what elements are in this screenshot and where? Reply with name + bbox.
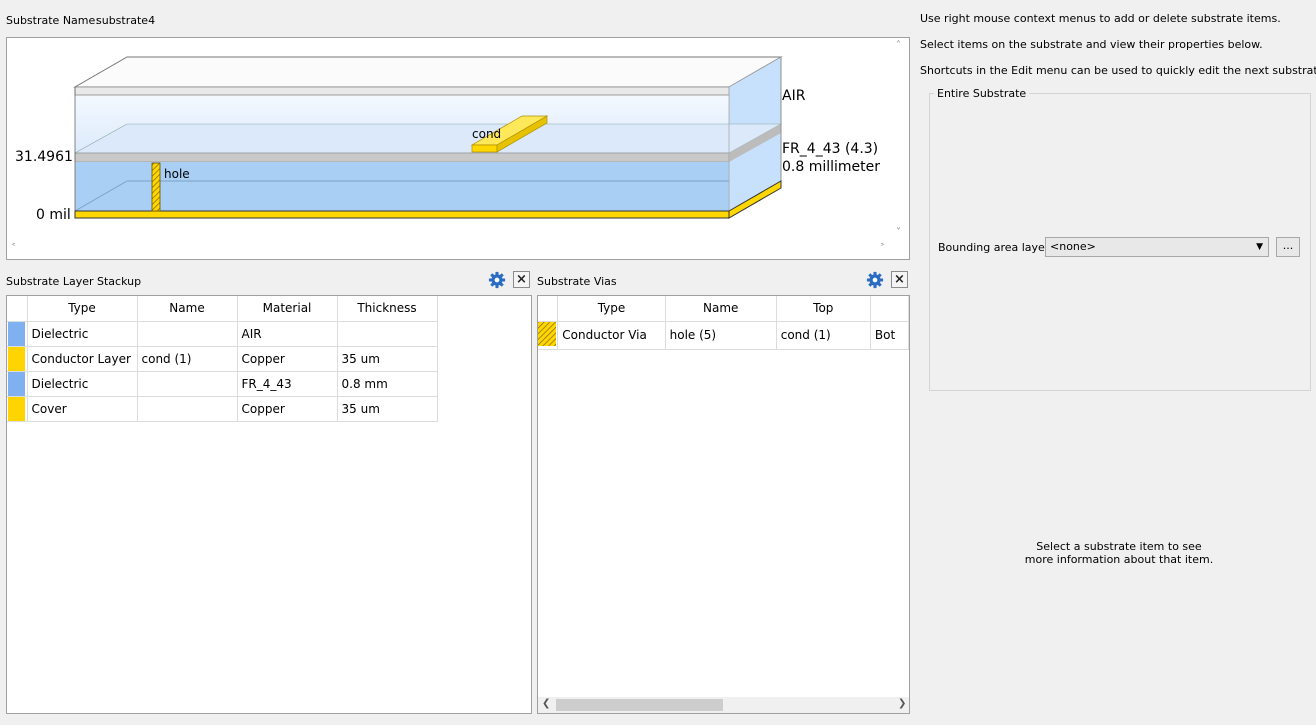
vias-col-bottom[interactable]	[870, 296, 909, 322]
hint-context-menus: Use right mouse context menus to add or …	[920, 12, 1281, 25]
stackup-col-type[interactable]: Type	[27, 296, 138, 322]
stackup-panel-title: Substrate Layer Stackup	[6, 275, 142, 288]
layer-type-cell[interactable]: Conductor Layer	[27, 346, 138, 372]
properties-group-title: Entire Substrate	[934, 87, 1030, 100]
table-row[interactable]: Dielectric AIR	[7, 321, 438, 347]
item-info-line1: Select a substrate item to see	[1036, 540, 1202, 553]
bounding-area-browse-button[interactable]: ...	[1276, 237, 1300, 257]
layer-thickness-cell[interactable]: 35 um	[337, 396, 438, 422]
stackup-col-name[interactable]: Name	[137, 296, 238, 322]
fr4-thickness-label: 0.8 millimeter	[782, 159, 881, 175]
fr4-layer-label: FR_4_43 (4.3)	[782, 141, 879, 157]
scroll-right-icon[interactable]: ❯	[898, 698, 906, 709]
substrate-name-value: substrate4	[96, 14, 156, 27]
layer-color-swatch	[7, 346, 28, 372]
item-info-line2: more information about that item.	[1024, 553, 1214, 566]
scroll-left-icon[interactable]: ˂	[11, 243, 16, 254]
swatch-fill	[8, 346, 25, 370]
layer-color-swatch	[7, 371, 28, 397]
vias-horizontal-scrollbar[interactable]: ❮ ❯	[538, 697, 909, 713]
layer-type-cell[interactable]: Dielectric	[27, 321, 138, 347]
vias-table: Type Name Top Conductor Via hole (5) con…	[538, 296, 909, 350]
stackup-close-button[interactable]: ×	[513, 271, 530, 288]
layer-material-cell[interactable]: Copper	[237, 346, 338, 372]
layer-thickness-cell[interactable]: 0.8 mm	[337, 371, 438, 397]
table-row[interactable]: Conductor Via hole (5) cond (1) Bot	[538, 321, 909, 350]
bounding-area-label: Bounding area layer:	[938, 241, 1053, 254]
vias-col-top[interactable]: Top	[776, 296, 871, 322]
vias-panel-title: Substrate Vias	[537, 275, 617, 288]
bounding-area-select[interactable]: <none> ▼	[1045, 237, 1269, 257]
conductor-plane	[73, 123, 783, 154]
swatch-fill	[8, 321, 25, 345]
via-top-cell[interactable]: cond (1)	[776, 321, 871, 350]
air-layer-label: AIR	[782, 88, 806, 104]
layer-color-swatch	[7, 396, 28, 422]
bounding-area-value: <none>	[1050, 240, 1096, 253]
via-bottom-cell[interactable]: Bot	[870, 321, 909, 350]
layer-name-cell[interactable]	[137, 371, 238, 397]
vias-col-type[interactable]: Type	[557, 296, 666, 322]
table-row[interactable]: Cover Copper 35 um	[7, 396, 438, 422]
swatch-fill	[8, 396, 25, 420]
substrate-drawing	[73, 56, 783, 219]
substrate-3d-viewer[interactable]: AIR FR_4_43 (4.3) 0.8 millimeter 31.4961…	[6, 37, 910, 260]
hint-select-items: Select items on the substrate and view t…	[920, 38, 1263, 51]
scrollbar-thumb[interactable]	[556, 699, 723, 711]
substrate-name-label: Substrate Name:	[6, 14, 99, 27]
vias-settings-gear-icon[interactable]	[866, 271, 884, 289]
axis-bottom-label: 0 mil	[36, 207, 71, 223]
vias-close-button[interactable]: ×	[891, 271, 908, 288]
vias-col-name[interactable]: Name	[665, 296, 777, 322]
scroll-right-icon[interactable]: ˃	[880, 243, 885, 254]
table-row[interactable]: Conductor Layer cond (1) Copper 35 um	[7, 346, 438, 372]
layer-name-cell[interactable]	[137, 321, 238, 347]
layer-name-cell[interactable]: cond (1)	[137, 346, 238, 372]
via-name-cell[interactable]: hole (5)	[665, 321, 777, 350]
scroll-down-icon[interactable]: ˅	[896, 227, 901, 238]
scroll-up-icon[interactable]: ˄	[896, 40, 901, 51]
box-top-face	[73, 56, 783, 88]
axis-top-label: 31.4961	[15, 149, 73, 165]
layer-type-cell[interactable]: Dielectric	[27, 371, 138, 397]
swatch-fill	[8, 371, 25, 395]
vias-table-box: Type Name Top Conductor Via hole (5) con…	[537, 295, 910, 714]
via-type-cell[interactable]: Conductor Via	[557, 321, 666, 350]
layer-material-cell[interactable]: FR_4_43	[237, 371, 338, 397]
hole-label: hole	[164, 167, 190, 181]
item-info-text: Select a substrate item to see more info…	[1019, 540, 1219, 566]
chevron-down-icon: ▼	[1256, 242, 1263, 252]
stackup-table: Type Name Material Thickness Dielectric …	[7, 296, 438, 422]
layer-thickness-cell[interactable]	[337, 321, 438, 347]
stackup-header-corner	[7, 296, 28, 322]
stackup-settings-gear-icon[interactable]	[488, 271, 506, 289]
scroll-left-icon[interactable]: ❮	[542, 698, 550, 709]
layer-type-cell[interactable]: Cover	[27, 396, 138, 422]
stackup-table-box: Type Name Material Thickness Dielectric …	[6, 295, 532, 714]
vias-header-row: Type Name Top	[538, 296, 909, 322]
layer-thickness-cell[interactable]: 35 um	[337, 346, 438, 372]
stackup-col-thickness[interactable]: Thickness	[337, 296, 438, 322]
layer-material-cell[interactable]: Copper	[237, 396, 338, 422]
hint-shortcuts: Shortcuts in the Edit menu can be used t…	[920, 64, 1316, 77]
layer-color-swatch	[7, 321, 28, 347]
conductor-layer-band	[74, 152, 730, 163]
stackup-col-material[interactable]: Material	[237, 296, 338, 322]
layer-material-cell[interactable]: AIR	[237, 321, 338, 347]
vias-header-corner	[538, 296, 559, 322]
table-row[interactable]: Dielectric FR_4_43 0.8 mm	[7, 371, 438, 397]
cover-layer	[74, 210, 730, 219]
layer-name-cell[interactable]	[137, 396, 238, 422]
hole-via[interactable]	[151, 162, 161, 212]
cond-label: cond	[472, 127, 502, 141]
stackup-header-row: Type Name Material Thickness	[7, 296, 438, 322]
via-hatch-icon	[538, 321, 556, 346]
via-swatch	[538, 321, 559, 350]
